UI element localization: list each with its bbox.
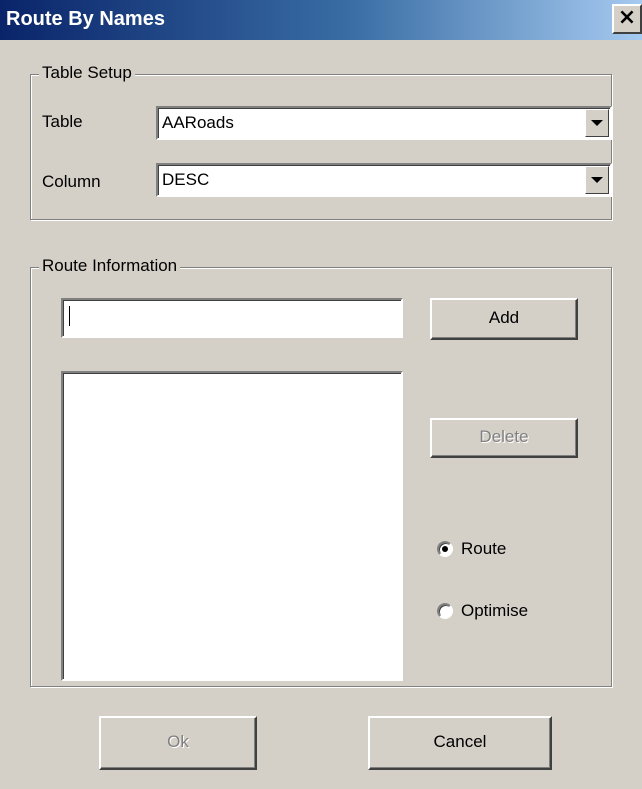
route-radio[interactable]: [437, 541, 453, 557]
table-select[interactable]: AARoads: [156, 106, 612, 140]
optimise-option-label: Optimise: [461, 601, 529, 620]
column-label: Column: [42, 172, 101, 191]
add-button[interactable]: Add: [430, 298, 578, 340]
column-select[interactable]: DESC: [156, 163, 612, 197]
route-option-label: Route: [461, 539, 507, 558]
cancel-button-label: Cancel: [433, 732, 487, 751]
ok-button-label: Ok: [167, 732, 189, 751]
chevron-down-icon: [591, 177, 603, 183]
text-caret: [69, 306, 70, 326]
route-option[interactable]: Route: [437, 539, 506, 559]
title-bar[interactable]: Route By Names ×: [0, 0, 642, 40]
window-title: Route By Names: [6, 8, 165, 30]
table-select-value: AARoads: [162, 113, 234, 132]
delete-button[interactable]: Delete: [430, 418, 578, 458]
column-dropdown-button[interactable]: [585, 166, 609, 194]
route-name-input[interactable]: [61, 298, 403, 338]
optimise-option[interactable]: Optimise: [437, 601, 528, 621]
table-setup-group: Table Setup: [30, 63, 612, 220]
table-dropdown-button[interactable]: [585, 109, 609, 137]
close-button[interactable]: ×: [612, 4, 642, 34]
route-information-legend: Route Information: [39, 256, 181, 276]
close-icon: ×: [617, 5, 637, 30]
optimise-radio[interactable]: [437, 603, 453, 619]
chevron-down-icon: [591, 120, 603, 126]
cancel-button[interactable]: Cancel: [368, 716, 552, 770]
delete-button-label: Delete: [479, 427, 529, 446]
table-label: Table: [42, 112, 83, 131]
table-setup-legend: Table Setup: [39, 63, 135, 83]
route-names-list[interactable]: [61, 371, 403, 681]
ok-button[interactable]: Ok: [99, 716, 257, 770]
add-button-label: Add: [488, 308, 520, 327]
column-select-value: DESC: [162, 170, 210, 189]
